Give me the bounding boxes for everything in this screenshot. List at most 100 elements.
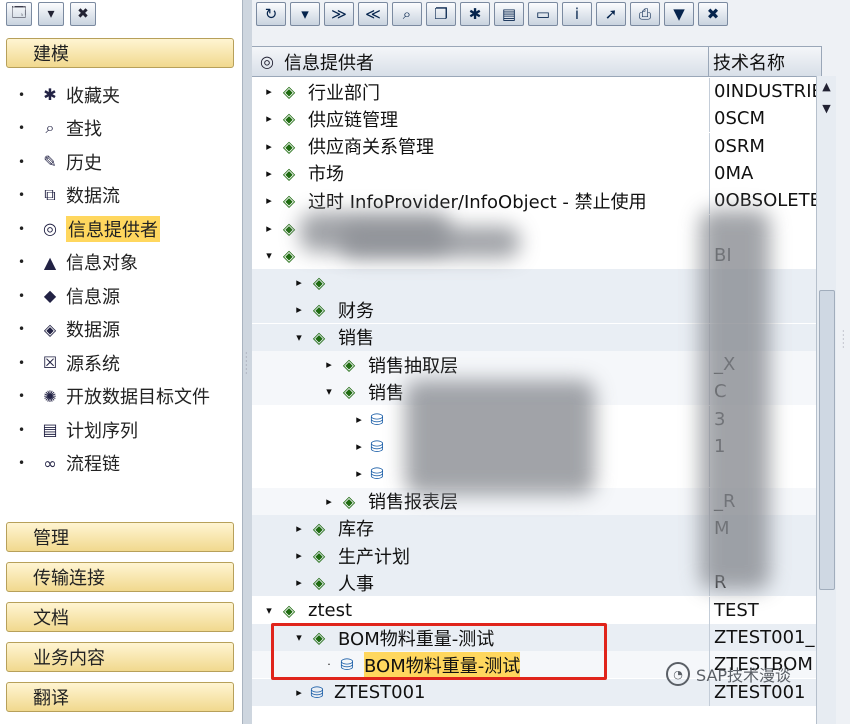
nav-item[interactable]: • ☒ 源系统 (18, 346, 210, 380)
nav-item-label: 信息对象 (66, 253, 138, 275)
infoarea-icon: ◈ (282, 82, 296, 101)
nav-item[interactable]: • ✱ 收藏夹 (18, 78, 210, 112)
expand-arrow-icon[interactable]: ▸ (292, 303, 306, 316)
tree-node[interactable]: 库存 (338, 515, 374, 541)
infoarea-icon: ◈ (342, 355, 356, 374)
settings-icon[interactable]: ✱ (460, 2, 490, 26)
close-icon[interactable]: ✖ (698, 2, 728, 26)
scroll-down-icon[interactable]: ▼ (817, 98, 836, 120)
bullet-icon: • (18, 389, 26, 404)
section-business-content[interactable]: 业务内容 (6, 642, 234, 672)
column-header-technical-name[interactable]: 技术名称 (709, 47, 822, 77)
close-icon[interactable]: ✖ (70, 2, 96, 26)
tree-node[interactable]: 供应商关系管理 (308, 133, 434, 159)
tree-node[interactable]: 销售 (338, 324, 374, 350)
expand-arrow-icon[interactable]: ▸ (262, 140, 276, 153)
expand-arrow-icon[interactable]: ▸ (352, 440, 366, 453)
table-row[interactable]: ▸ ◈ 行业部门 0INDUSTRIE (252, 78, 822, 105)
nav-item[interactable]: • ◆ 信息源 (18, 279, 210, 313)
section-documents[interactable]: 文档 (6, 602, 234, 632)
pin-icon[interactable]: ➚ (596, 2, 626, 26)
tree-node[interactable]: 行业部门 (308, 79, 380, 105)
scrollbar-thumb[interactable] (819, 290, 835, 590)
bullet-icon: • (18, 355, 26, 370)
technical-name-cell: 0SRM (709, 132, 822, 160)
collapse-arrow-icon[interactable]: ▾ (262, 249, 276, 262)
nav-item[interactable]: • ◎ 信息提供者 (18, 212, 210, 246)
infoarea-icon: ◈ (282, 163, 296, 183)
chart-icon[interactable]: ▤ (494, 2, 524, 26)
tree-cell: ▸ ◈ 供应链管理 (252, 105, 709, 132)
expand-arrow-icon[interactable]: ▸ (292, 522, 306, 535)
tree-node[interactable]: 销售 (368, 379, 404, 405)
section-administration[interactable]: 管理 (6, 522, 234, 552)
expand-arrow-icon[interactable]: ▸ (352, 413, 366, 426)
tree-node[interactable]: 销售抽取层 (368, 352, 458, 378)
nav-item[interactable]: • ◈ 数据源 (18, 313, 210, 347)
infoarea-icon: ◈ (282, 136, 296, 156)
tree-node[interactable]: 供应链管理 (308, 106, 398, 132)
expand-arrow-icon[interactable]: ▸ (292, 549, 306, 562)
collapse-arrow-icon[interactable]: ▾ (292, 331, 306, 344)
source-system-icon: ☒ (42, 353, 58, 373)
expand-all-icon[interactable]: ≫ (324, 2, 354, 26)
column-header-infoprovider[interactable]: ◎ 信息提供者 (252, 47, 709, 77)
expand-arrow-icon[interactable]: ▸ (292, 276, 306, 289)
infoprovider-icon: ◎ (260, 52, 274, 71)
tree-node[interactable]: 市场 (308, 160, 344, 186)
tree-node[interactable]: 过时 InfoProvider/InfoObject - 禁止使用 (308, 188, 647, 214)
expand-arrow-icon[interactable]: ▸ (352, 467, 366, 480)
copy-icon[interactable]: ❐ (426, 2, 456, 26)
expand-arrow-icon[interactable]: ▸ (292, 686, 306, 699)
info-icon[interactable]: i (562, 2, 592, 26)
table-row[interactable]: ▾ ◈ ztest TEST (252, 596, 822, 624)
nav-item[interactable]: • ✎ 历史 (18, 145, 210, 179)
dropdown-icon[interactable]: ▾ (38, 2, 64, 26)
tree-node[interactable]: 人事 (338, 570, 374, 596)
tree-node[interactable]: 财务 (338, 297, 374, 323)
expand-arrow-icon[interactable]: ▸ (292, 576, 306, 589)
tree-config-icon[interactable]: 🗔 (6, 2, 32, 26)
vertical-scrollbar[interactable]: ▲ ▼ (816, 76, 836, 724)
nav-item[interactable]: • ∞ 流程链 (18, 447, 210, 481)
print-icon[interactable]: ⎙ (630, 2, 660, 26)
table-row[interactable]: ▸ ◈ 供应链管理 0SCM (252, 105, 822, 133)
nav-item[interactable]: • ⌕ 查找 (18, 112, 210, 146)
section-transport-connection[interactable]: 传输连接 (6, 562, 234, 592)
collapse-all-icon[interactable]: ≪ (358, 2, 388, 26)
expand-arrow-icon[interactable]: ▸ (262, 194, 276, 207)
bullet-icon: • (18, 288, 26, 303)
expand-icon[interactable]: ▾ (290, 2, 320, 26)
refresh-icon[interactable]: ↻ (256, 2, 286, 26)
expand-arrow-icon[interactable]: ▸ (322, 358, 336, 371)
section-modeling[interactable]: 建模 (6, 38, 234, 68)
window-icon[interactable]: ▭ (528, 2, 558, 26)
filter-icon[interactable]: ▼ (664, 2, 694, 26)
tree-node[interactable]: ZTEST001 (334, 682, 425, 703)
nav-item[interactable]: • ✺ 开放数据目标文件 (18, 380, 210, 414)
collapse-arrow-icon[interactable]: ▾ (322, 385, 336, 398)
binoculars-icon[interactable]: ⌕ (392, 2, 422, 26)
tree-cell: ▸ ◈ 销售抽取层 (252, 351, 709, 378)
expand-arrow-icon[interactable]: ▸ (262, 167, 276, 180)
nav-item[interactable]: • ⧉ 数据流 (18, 179, 210, 213)
nav-item[interactable]: • ▤ 计划序列 (18, 413, 210, 447)
table-row[interactable]: ▸ ◈ 市场 0MA (252, 159, 822, 187)
expand-arrow-icon[interactable]: ▸ (262, 112, 276, 125)
table-row[interactable]: ▸ ◈ 供应商关系管理 0SRM (252, 132, 822, 160)
collapse-arrow-icon[interactable]: ▾ (262, 604, 276, 617)
nav-item[interactable]: • ▲ 信息对象 (18, 246, 210, 280)
panel-splitter[interactable]: · · · · · · (242, 0, 252, 724)
tree-node[interactable]: ztest (308, 600, 352, 621)
section-translation[interactable]: 翻译 (6, 682, 234, 712)
infoarea-icon: ◈ (342, 491, 356, 511)
open-hub-icon: ✺ (43, 386, 57, 406)
scroll-up-icon[interactable]: ▲ (817, 76, 836, 98)
tree-node[interactable]: 生产计划 (338, 543, 410, 569)
expand-arrow-icon[interactable]: ▸ (322, 495, 336, 508)
technical-name-cell: 0SCM (709, 105, 822, 133)
expand-arrow-icon[interactable]: ▸ (262, 85, 276, 98)
modeling-nav-list: • ✱ 收藏夹 • ⌕ 查找 • ✎ 历史 • ⧉ 数据流 • ◎ 信息提供者 • ▲ 信息对象 • ◆ 信息源 • ◈ 数据… (18, 78, 210, 480)
expand-arrow-icon[interactable]: ▸ (262, 222, 276, 235)
nav-item-label: 查找 (66, 119, 102, 141)
